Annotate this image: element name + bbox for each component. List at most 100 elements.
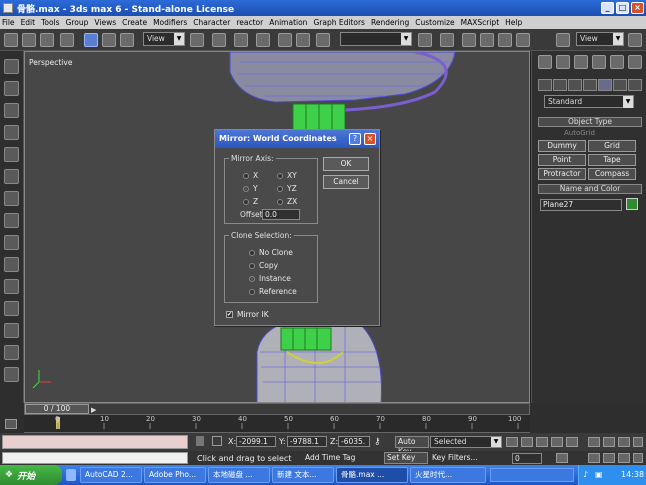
percent-snap-icon[interactable]	[256, 33, 270, 47]
create-panel-icon[interactable]	[538, 55, 552, 69]
axis-yz-radio[interactable]: YZ	[277, 184, 297, 193]
instance-radio[interactable]: Instance	[249, 274, 291, 283]
time-slider-thumb[interactable]: 0 / 100	[25, 404, 89, 414]
dashpot-icon[interactable]	[4, 235, 19, 250]
lights-tab-icon[interactable]	[568, 79, 582, 91]
rotate-icon[interactable]	[102, 33, 116, 47]
dummy-button[interactable]: Dummy	[538, 140, 586, 152]
add-time-tag-button[interactable]: Add Time Tag	[305, 452, 371, 464]
window-crossing-icon[interactable]	[60, 33, 74, 47]
menu-views[interactable]: Views	[94, 18, 116, 27]
axis-z-radio[interactable]: Z	[243, 197, 258, 206]
menu-modifiers[interactable]: Modifiers	[153, 18, 187, 27]
systems-tab-icon[interactable]	[628, 79, 642, 91]
shapes-tab-icon[interactable]	[553, 79, 567, 91]
copy-radio[interactable]: Copy	[249, 261, 278, 270]
task-3dsmax[interactable]: 骨骼.max ...	[336, 467, 408, 483]
select-icon[interactable]	[4, 33, 18, 47]
time-slider[interactable]: 0 / 100 ▶	[24, 403, 530, 415]
go-to-start-icon[interactable]	[506, 437, 518, 447]
compass-button[interactable]: Compass	[588, 168, 636, 180]
network-icon[interactable]: ▣	[595, 470, 603, 479]
arc-rotate-icon[interactable]	[603, 453, 615, 463]
key-mode-select[interactable]: Selected ▼	[430, 436, 502, 448]
cameras-tab-icon[interactable]	[583, 79, 597, 91]
auto-key-button[interactable]: Auto Key	[395, 436, 429, 456]
axis-xy-radio[interactable]: XY	[277, 171, 297, 180]
zoom-all-icon[interactable]	[603, 437, 615, 447]
tape-button[interactable]: Tape	[588, 154, 636, 166]
constraint-icon[interactable]	[4, 367, 19, 382]
dialog-close-button[interactable]: ×	[364, 133, 376, 145]
plane-icon[interactable]	[4, 191, 19, 206]
task-mars-age[interactable]: 火星时代...	[410, 467, 486, 483]
minimize-button[interactable]: _	[601, 2, 614, 14]
material-editor-icon[interactable]	[498, 33, 512, 47]
object-color-swatch[interactable]	[626, 198, 638, 210]
menu-group[interactable]: Group	[66, 18, 89, 27]
menu-character[interactable]: Character	[193, 18, 230, 27]
menu-create[interactable]: Create	[122, 18, 147, 27]
menu-graph-editors[interactable]: Graph Editors	[313, 18, 365, 27]
point-button[interactable]: Point	[538, 154, 586, 166]
autogrid-checkbox[interactable]: AutoGrid	[564, 129, 595, 137]
render-scene-icon[interactable]	[516, 33, 530, 47]
lock-selection-icon[interactable]	[196, 436, 204, 446]
dialog-help-button[interactable]: ?	[349, 133, 361, 145]
menu-edit[interactable]: Edit	[21, 18, 36, 27]
maxscript-listener-mini[interactable]	[2, 435, 188, 449]
wind-icon[interactable]	[4, 279, 19, 294]
ok-button[interactable]: OK	[323, 157, 369, 171]
menu-reactor[interactable]: reactor	[236, 18, 263, 27]
soft-body-icon[interactable]	[4, 125, 19, 140]
slider-next-icon[interactable]: ▶	[91, 406, 96, 414]
toy-car-icon[interactable]	[4, 301, 19, 316]
pivot-icon[interactable]	[190, 33, 204, 47]
edit-named-selection-icon[interactable]	[296, 33, 310, 47]
close-button[interactable]: ×	[631, 2, 644, 14]
object-type-rollout[interactable]: Object Type	[538, 117, 642, 127]
cancel-button[interactable]: Cancel	[323, 175, 369, 189]
x-coord-field[interactable]: -2099.1	[236, 436, 276, 447]
time-config-icon[interactable]	[556, 453, 568, 463]
scale-icon[interactable]	[120, 33, 134, 47]
speaker-icon[interactable]: ♪	[583, 470, 588, 479]
motion-panel-icon[interactable]	[592, 55, 606, 69]
space-warps-tab-icon[interactable]	[613, 79, 627, 91]
cloth-icon[interactable]	[4, 103, 19, 118]
field-of-view-icon[interactable]	[618, 453, 630, 463]
next-frame-icon[interactable]	[551, 437, 563, 447]
align-icon[interactable]	[418, 33, 432, 47]
maximize-button[interactable]: □	[616, 2, 629, 14]
reactor-icon[interactable]	[4, 59, 19, 74]
zoom-extents-icon[interactable]	[618, 437, 630, 447]
axis-y-radio[interactable]: Y	[243, 184, 258, 193]
maximize-viewport-icon[interactable]	[633, 453, 643, 463]
display-panel-icon[interactable]	[610, 55, 624, 69]
key-filters-button[interactable]: Key Filters...	[432, 452, 502, 464]
axis-zx-radio[interactable]: ZX	[277, 197, 297, 206]
task-autocad[interactable]: AutoCAD 2...	[80, 467, 142, 483]
rope-icon[interactable]	[4, 147, 19, 162]
reference-radio[interactable]: Reference	[249, 287, 297, 296]
z-coord-field[interactable]: -6035.	[338, 436, 370, 447]
offset-spinner[interactable]: 0.0	[262, 209, 300, 220]
menu-help[interactable]: Help	[505, 18, 522, 27]
motor-icon[interactable]	[4, 257, 19, 272]
helpers-tab-icon[interactable]	[598, 79, 612, 91]
spinner-snap-icon[interactable]	[278, 33, 292, 47]
menu-rendering[interactable]: Rendering	[371, 18, 409, 27]
water-icon[interactable]	[4, 345, 19, 360]
mirror-icon[interactable]	[316, 33, 330, 47]
menu-tools[interactable]: Tools	[41, 18, 59, 27]
track-bar[interactable]: 0 10 20 30 40 50 60 70 80 90 100	[24, 415, 530, 433]
y-coord-field[interactable]: -9788.1	[287, 436, 327, 447]
render-last-icon[interactable]	[628, 33, 642, 47]
fracture-icon[interactable]	[4, 323, 19, 338]
task-local-disk[interactable]: 本地磁盘 ...	[208, 467, 270, 483]
absolute-mode-icon[interactable]	[212, 436, 222, 446]
protractor-button[interactable]: Protractor	[538, 168, 586, 180]
no-clone-radio[interactable]: No Clone	[249, 248, 293, 257]
spring-icon[interactable]	[4, 213, 19, 228]
mirror-ik-checkbox[interactable]: ✔ Mirror IK	[226, 310, 269, 319]
